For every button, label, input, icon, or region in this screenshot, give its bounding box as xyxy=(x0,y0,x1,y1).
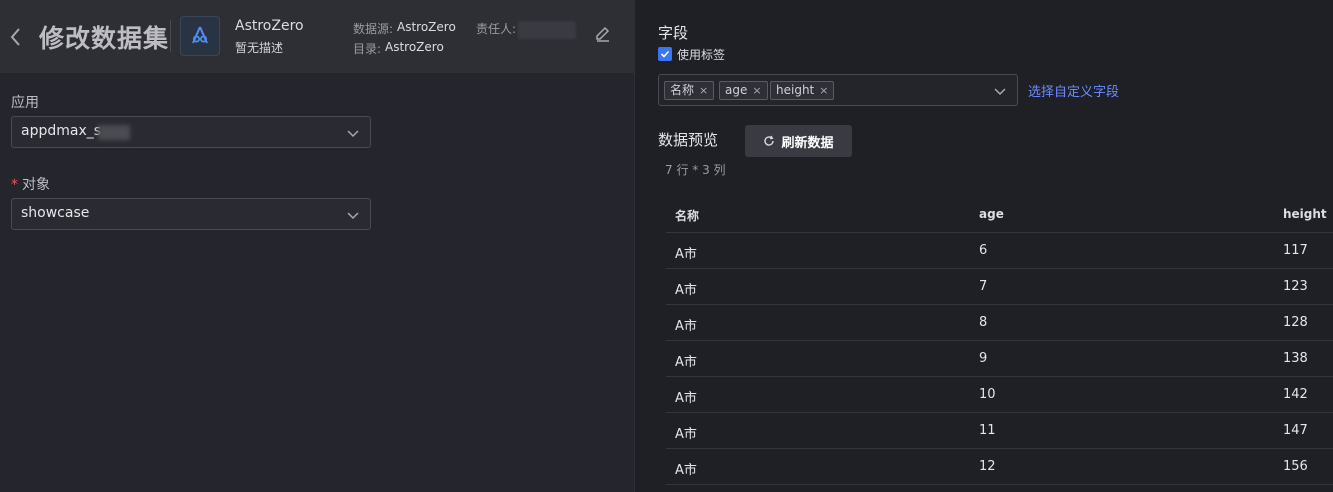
edit-icon[interactable] xyxy=(594,24,612,42)
use-tags-checkbox[interactable] xyxy=(658,47,672,61)
app-description: 暂无描述 xyxy=(235,41,284,55)
table-cell: 12 xyxy=(979,459,996,474)
table-cell: 128 xyxy=(1283,315,1308,330)
close-icon[interactable]: × xyxy=(819,84,828,97)
table-header: 名称 age height xyxy=(666,196,1333,233)
object-field-label: * 对象 xyxy=(11,174,50,194)
required-marker: * xyxy=(11,177,18,193)
refresh-label: 刷新数据 xyxy=(781,135,834,151)
preview-table: 名称 age height A市 6 117 A市 7 123 A市 8 128 A市 9 13… xyxy=(666,196,1333,485)
owner-label: 责任人: xyxy=(476,22,517,36)
object-label-text: 对象 xyxy=(22,177,50,193)
table-cell: 6 xyxy=(979,243,988,258)
tag-label: height xyxy=(776,83,815,97)
object-select[interactable]: showcase xyxy=(11,198,371,230)
refresh-icon xyxy=(764,135,775,146)
use-tags-label: 使用标签 xyxy=(677,48,726,62)
app-select-value: appdmax_s xyxy=(21,123,102,139)
table-cell: A市 xyxy=(675,247,697,262)
chevron-down-icon xyxy=(346,208,360,222)
field-tag-select[interactable]: 名称 × age × height × xyxy=(658,74,1018,106)
field-tag: height × xyxy=(770,81,835,100)
check-icon xyxy=(660,50,670,58)
table-row: A市 12 156 xyxy=(666,449,1333,485)
table-cell: 147 xyxy=(1283,423,1308,438)
datasource-value: AstroZero xyxy=(397,20,456,34)
row-col-count: 7 行 * 3 列 xyxy=(665,163,726,177)
table-row: A市 7 123 xyxy=(666,269,1333,305)
table-cell: A市 xyxy=(675,283,697,298)
field-tag: 名称 × xyxy=(664,81,715,100)
column-header: 名称 xyxy=(675,209,700,223)
table-cell: A市 xyxy=(675,319,697,334)
table-cell: 7 xyxy=(979,279,988,294)
page-title: 修改数据集 xyxy=(39,24,170,53)
table-cell: 142 xyxy=(1283,387,1308,402)
table-cell: 11 xyxy=(979,423,996,438)
custom-fields-link[interactable]: 选择自定义字段 xyxy=(1028,81,1119,100)
close-icon[interactable]: × xyxy=(752,84,761,97)
app-field-label: 应用 xyxy=(11,95,39,111)
refresh-data-button[interactable]: 刷新数据 xyxy=(745,125,852,157)
app-name: AstroZero xyxy=(235,18,304,34)
tag-label: 名称 xyxy=(670,83,695,97)
table-row: A市 10 142 xyxy=(666,377,1333,413)
field-tag: age × xyxy=(719,81,768,100)
column-header: age xyxy=(979,207,1004,221)
left-panel xyxy=(0,0,634,492)
table-cell: A市 xyxy=(675,391,697,406)
header-divider xyxy=(170,20,171,52)
owner-value-redacted xyxy=(518,21,576,39)
table-cell: 117 xyxy=(1283,243,1308,258)
back-icon[interactable] xyxy=(9,26,23,48)
table-row: A市 9 138 xyxy=(666,341,1333,377)
preview-section-title: 数据预览 xyxy=(658,131,719,149)
table-cell: 138 xyxy=(1283,351,1308,366)
table-cell: 123 xyxy=(1283,279,1308,294)
tag-label: age xyxy=(725,83,748,97)
table-row: A市 11 147 xyxy=(666,413,1333,449)
chevron-down-icon xyxy=(993,84,1007,98)
column-header: height xyxy=(1283,207,1327,221)
table-row: A市 6 117 xyxy=(666,233,1333,269)
close-icon[interactable]: × xyxy=(699,84,708,97)
table-cell: 156 xyxy=(1283,459,1308,474)
app-logo-icon xyxy=(180,16,220,56)
table-cell: 10 xyxy=(979,387,996,402)
catalog-value: AstroZero xyxy=(385,40,444,54)
table-cell: A市 xyxy=(675,355,697,370)
catalog-label: 目录: xyxy=(353,42,382,56)
chevron-down-icon xyxy=(346,126,360,140)
table-row: A市 8 128 xyxy=(666,305,1333,341)
table-cell: A市 xyxy=(675,427,697,442)
table-cell: 8 xyxy=(979,315,988,330)
object-select-value: showcase xyxy=(21,205,90,221)
fields-section-title: 字段 xyxy=(658,24,689,42)
datasource-label: 数据源: xyxy=(353,22,394,36)
app-value-redacted xyxy=(98,125,130,140)
table-cell: 9 xyxy=(979,351,988,366)
app-select[interactable]: appdmax_s xyxy=(11,116,371,148)
table-cell: A市 xyxy=(675,463,697,478)
